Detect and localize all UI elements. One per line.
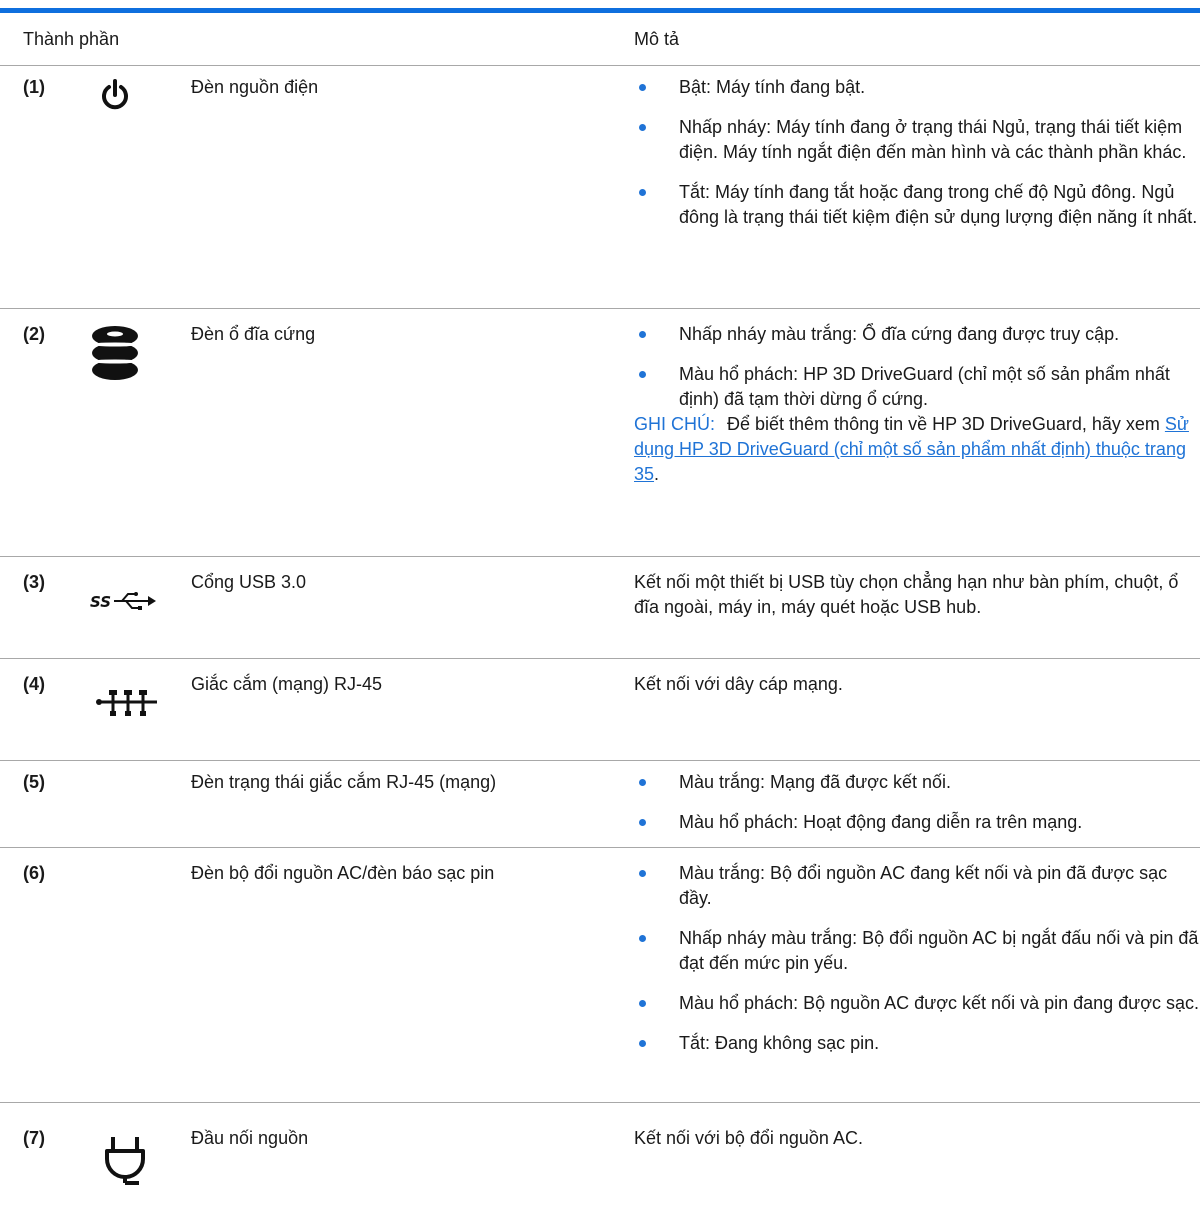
bullet-item: Tắt: Máy tính đang tắt hoặc đang trong c…	[634, 180, 1200, 230]
description: Kết nối một thiết bị USB tùy chọn chẳng …	[634, 570, 1200, 620]
bullet-item: Màu hổ phách: Bộ nguồn AC được kết nối v…	[634, 991, 1200, 1016]
note-label: GHI CHÚ:	[634, 414, 715, 434]
row-number: (3)	[23, 572, 45, 592]
table-row: (5) Đèn trạng thái giắc cắm RJ-45 (mạng)…	[0, 770, 1200, 848]
bullet-item: Màu hổ phách: Hoạt động đang diễn ra trê…	[634, 810, 1200, 835]
note: GHI CHÚ: Để biết thêm thông tin về HP 3D …	[634, 412, 1200, 487]
bullet-item: Nhấp nháy màu trắng: Bộ đổi nguồn AC bị …	[634, 926, 1200, 976]
header-component: Thành phần	[23, 29, 120, 49]
note-end: .	[654, 464, 660, 484]
description: Nhấp nháy màu trắng: Ổ đĩa cứng đang đượ…	[634, 322, 1200, 487]
description-text: Kết nối với dây cáp mạng.	[634, 674, 843, 694]
description: Kết nối với bộ đổi nguồn AC.	[634, 1126, 1200, 1151]
component-name: Giắc cắm (mạng) RJ-45	[191, 674, 383, 694]
note-text: Để biết thêm thông tin về HP 3D DriveGua…	[727, 414, 1160, 434]
bullet-item: Nhấp nháy: Máy tính đang ở trạng thái Ng…	[634, 115, 1200, 165]
component-name: Cổng USB 3.0	[191, 572, 307, 592]
header-description: Mô tả	[634, 29, 680, 49]
power-icon	[95, 76, 135, 116]
bullet-item: Tắt: Đang không sạc pin.	[634, 1031, 1200, 1056]
row-number: (7)	[23, 1128, 45, 1148]
component-name: Đèn nguồn điện	[191, 77, 319, 97]
description: Bật: Máy tính đang bật. Nhấp nháy: Máy t…	[634, 75, 1200, 230]
table-row: (3) SS Cổng USB 3.0 Kết nối một thiết bị…	[0, 570, 1200, 659]
bullet-item: Màu trắng: Mạng đã được kết nối.	[634, 770, 1200, 795]
component-name: Đầu nối nguồn	[191, 1128, 309, 1148]
component-name: Đèn trạng thái giắc cắm RJ-45 (mạng)	[191, 772, 497, 792]
description: Màu trắng: Bộ đổi nguồn AC đang kết nối …	[634, 861, 1200, 1056]
bullet-item: Nhấp nháy màu trắng: Ổ đĩa cứng đang đượ…	[634, 322, 1200, 347]
description-text: Kết nối với bộ đổi nguồn AC.	[634, 1128, 863, 1148]
bullet-item: Bật: Máy tính đang bật.	[634, 75, 1200, 100]
component-name: Đèn bộ đổi nguồn AC/đèn báo sạc pin	[191, 863, 495, 883]
description-text: Kết nối một thiết bị USB tùy chọn chẳng …	[634, 572, 1179, 617]
hard-drive-icon	[85, 322, 145, 384]
power-plug-icon	[100, 1133, 150, 1189]
table-header: Thành phần Mô tả	[0, 13, 1200, 66]
description: Kết nối với dây cáp mạng.	[634, 672, 1200, 697]
row-number: (1)	[23, 77, 45, 97]
row-number: (6)	[23, 863, 45, 883]
row-number: (4)	[23, 674, 45, 694]
bullet-item: Màu trắng: Bộ đổi nguồn AC đang kết nối …	[634, 861, 1200, 911]
table-row: (6) Đèn bộ đổi nguồn AC/đèn báo sạc pin …	[0, 861, 1200, 1103]
table-row: (7) Đầu nối nguồn Kết nối với bộ đổi ngu…	[0, 1126, 1200, 1206]
table-row: (2) Đèn ổ đĩa cứng Nhấp nháy màu trắng: …	[0, 322, 1200, 557]
network-icon	[92, 686, 164, 720]
table-row: (4) Giắc cắm (mạng) RJ-45 Kết nối với dâ…	[0, 672, 1200, 761]
description: Màu trắng: Mạng đã được kết nối. Màu hổ …	[634, 770, 1200, 835]
bullet-item: Màu hổ phách: HP 3D DriveGuard (chỉ một …	[634, 362, 1200, 412]
row-number: (5)	[23, 772, 45, 792]
svg-text:SS: SS	[90, 593, 111, 611]
usb-superspeed-icon: SS	[88, 586, 164, 616]
row-number: (2)	[23, 324, 45, 344]
table-row: (1) Đèn nguồn điện Bật: Máy tính đang bậ…	[0, 75, 1200, 309]
component-name: Đèn ổ đĩa cứng	[191, 324, 316, 344]
